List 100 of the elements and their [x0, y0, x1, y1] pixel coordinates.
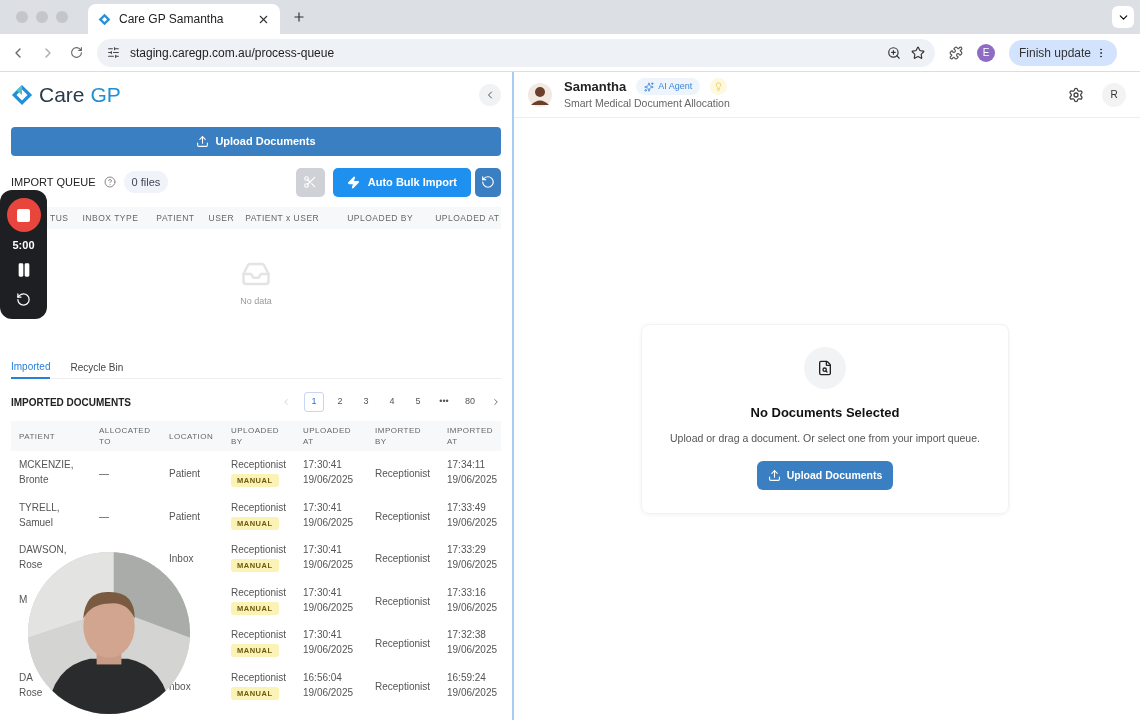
location: Patient — [169, 510, 201, 522]
zoom-icon[interactable] — [887, 45, 901, 60]
page-button[interactable]: 4 — [382, 392, 402, 412]
uploaded-at: 17:30:41 — [303, 500, 343, 515]
uploaded-at: 16:56:04 — [303, 670, 343, 685]
imported-at: 19/06/2025 — [447, 515, 499, 530]
uploaded-at: 17:30:41 — [303, 628, 343, 643]
restart-icon[interactable] — [16, 291, 31, 307]
uploaded-at: 19/06/2025 — [303, 558, 355, 573]
uploaded-at: 17:30:41 — [303, 543, 343, 558]
column-header: LOCATION — [168, 430, 215, 442]
agent-subtitle: Smart Medical Document Allocation — [564, 96, 730, 112]
file-count-badge: 0 files — [123, 170, 169, 194]
column-header: UPLOADED BY — [230, 425, 280, 447]
imported-at: 16:59:24 — [447, 670, 487, 685]
imported-at: 19/06/2025 — [447, 685, 499, 700]
imported-at: 17:33:29 — [447, 543, 487, 558]
logo-text: Care GP — [39, 82, 121, 109]
imported-at: 19/06/2025 — [447, 473, 499, 488]
scissors-icon — [303, 175, 318, 189]
column-header: IMPORTED AT — [446, 425, 495, 447]
lightbulb-icon — [710, 78, 728, 96]
agent-avatar — [528, 82, 552, 107]
imported-by: Receptionist — [375, 553, 431, 565]
imported-by: Receptionist — [375, 510, 431, 522]
imported-by: Receptionist — [375, 680, 431, 692]
new-tab-icon[interactable] — [292, 10, 306, 24]
location: Patient — [169, 468, 201, 480]
refresh-button[interactable] — [475, 167, 501, 197]
column-header: INBOX TYPE — [82, 211, 139, 225]
imported-at: 17:34:11 — [447, 458, 487, 473]
page-button[interactable]: 2 — [330, 392, 350, 412]
upload-documents-button[interactable]: Upload Documents — [11, 127, 501, 156]
uploaded-by: Receptionist — [231, 543, 287, 558]
patient-name: DA — [19, 670, 33, 685]
finish-update-button[interactable]: Finish update — [1009, 39, 1118, 66]
reload-icon[interactable] — [70, 46, 83, 59]
logo-icon — [11, 84, 33, 106]
column-header: PATIENT — [156, 211, 195, 225]
imported-at: 17:32:38 — [447, 628, 487, 643]
document-search-icon — [804, 347, 846, 389]
page-button[interactable]: 3 — [356, 392, 376, 412]
tab[interactable]: Imported — [11, 356, 51, 379]
uploaded-at: 17:30:41 — [303, 458, 343, 473]
uploaded-by: Receptionist — [231, 458, 287, 473]
empty-state-title: No Documents Selected — [750, 404, 900, 422]
imported-at: 19/06/2025 — [447, 643, 499, 658]
user-avatar[interactable]: R — [1102, 82, 1126, 107]
patient-name: Samuel — [19, 515, 53, 530]
help-icon[interactable] — [103, 176, 116, 188]
tab-list-button[interactable] — [1112, 6, 1134, 28]
lightning-icon — [346, 175, 360, 189]
patient-name: Rose — [19, 558, 43, 573]
upload-icon — [767, 469, 781, 483]
site-logo-icon — [98, 12, 111, 26]
uploaded-at: 19/06/2025 — [303, 643, 355, 658]
patient-name: Rose — [19, 685, 43, 700]
page-button[interactable]: 80 — [460, 392, 480, 412]
uploaded-at: 19/06/2025 — [303, 685, 355, 700]
imported-at: 17:33:16 — [447, 585, 487, 600]
patient-name: DAWSON, — [19, 543, 67, 558]
imported-at: 19/06/2025 — [447, 558, 499, 573]
column-header: UPLOADED AT — [435, 211, 500, 225]
profile-avatar[interactable]: E — [977, 43, 995, 62]
bookmark-star-icon[interactable] — [911, 45, 925, 60]
refresh-icon — [481, 175, 495, 189]
recording-timer: 5:00 — [12, 238, 35, 253]
page-button[interactable]: 5 — [408, 392, 428, 412]
uploaded-at: 19/06/2025 — [303, 600, 355, 615]
empty-state-text: Upload or drag a document. Or select one from your import queue. — [670, 430, 980, 446]
site-settings-icon[interactable] — [107, 46, 120, 59]
settings-icon[interactable] — [1068, 86, 1084, 103]
section-title: IMPORT QUEUE — [10, 174, 96, 190]
page-button[interactable]: 1 — [304, 392, 324, 412]
location: nbox — [169, 680, 191, 692]
patient-name: M — [19, 593, 28, 608]
imported-by: Receptionist — [375, 468, 431, 480]
browser-tab[interactable]: Care GP Samantha — [88, 4, 280, 34]
upload-documents-button[interactable]: Upload Documents — [756, 461, 894, 491]
column-header: IMPORTED BY — [374, 425, 423, 447]
uploaded-by: Receptionist — [231, 585, 287, 600]
allocated-to: — — [99, 510, 109, 522]
patient-name: TYRELL, — [19, 500, 60, 515]
extensions-icon[interactable] — [949, 45, 963, 60]
column-header: UPLOADED AT — [302, 425, 352, 447]
uploaded-at: 17:30:41 — [303, 585, 343, 600]
column-header: USER — [208, 211, 235, 225]
patient-name: Bronte — [19, 473, 49, 488]
imported-by: Receptionist — [375, 595, 431, 607]
page-button[interactable]: ••• — [434, 392, 454, 412]
stop-recording-button[interactable] — [6, 198, 41, 232]
tab[interactable]: Recycle Bin — [70, 356, 124, 379]
uploaded-at: 19/06/2025 — [303, 473, 355, 488]
allocated-to: — — [99, 468, 109, 480]
uploaded-at: 19/06/2025 — [303, 515, 355, 530]
address-bar[interactable]: staging.caregp.com.au/process-queue — [97, 38, 935, 67]
uploaded-by: Receptionist — [231, 670, 287, 685]
column-header: TUS — [50, 211, 69, 225]
next-page-icon[interactable] — [491, 397, 501, 407]
column-header: UPLOADED BY — [347, 211, 414, 225]
